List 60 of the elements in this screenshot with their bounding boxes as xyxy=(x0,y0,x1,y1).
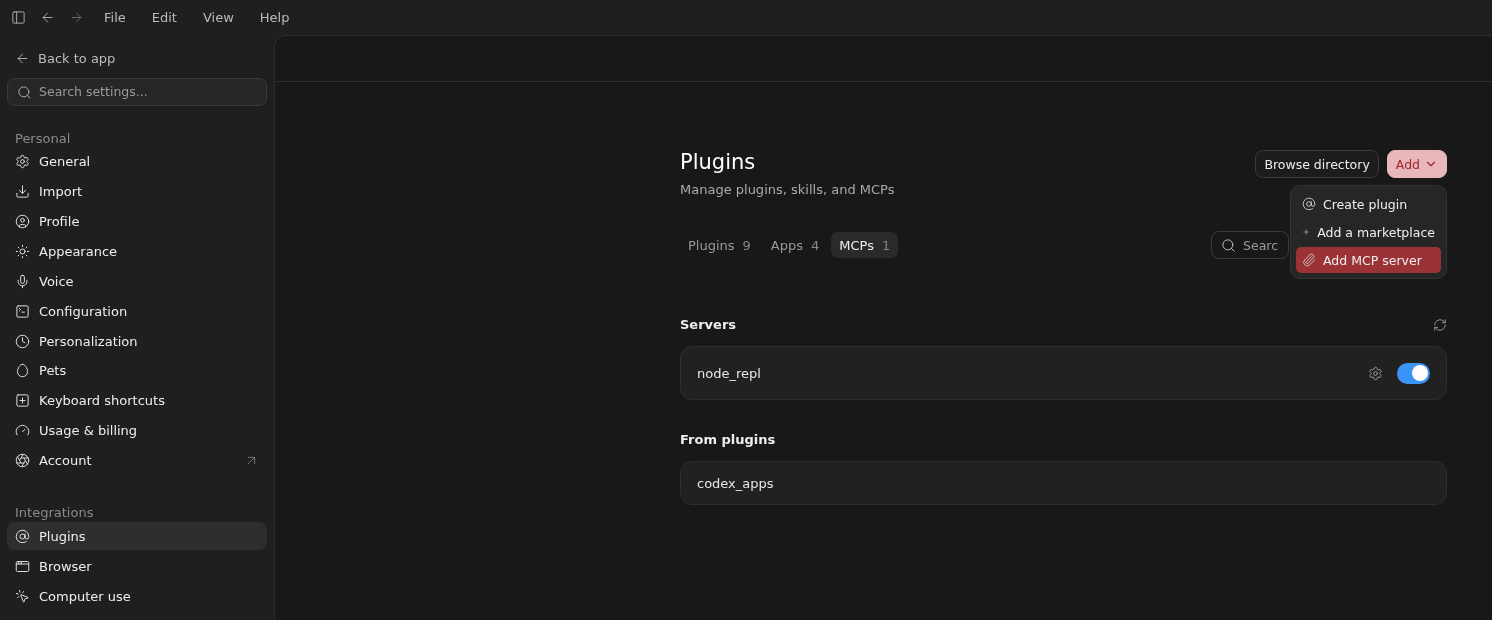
tab[interactable]: Apps 4 xyxy=(762,232,828,258)
gear-icon xyxy=(15,154,30,170)
section-heading: From plugins xyxy=(680,432,776,447)
menu-item[interactable]: Help xyxy=(253,10,296,25)
back-icon xyxy=(40,10,55,25)
menu-option[interactable]: Add a marketplace xyxy=(1296,219,1441,245)
sidebar-item[interactable]: Browser xyxy=(7,552,267,581)
sidebar-toggle-icon xyxy=(11,10,26,25)
sidebar-item[interactable]: Computer use xyxy=(7,582,267,611)
search-icon xyxy=(1221,238,1236,253)
tab[interactable]: MCPs 1 xyxy=(831,232,899,258)
search-field[interactable]: Search settings... xyxy=(7,77,267,106)
section-heading: Servers xyxy=(680,317,737,332)
add-button[interactable]: Add xyxy=(1386,150,1447,178)
page-title: Plugins xyxy=(680,150,757,174)
server-name: codex_apps xyxy=(697,475,774,491)
paperclip-icon xyxy=(1302,253,1316,267)
server-name: node_repl xyxy=(697,365,762,381)
terminal-icon xyxy=(15,303,30,319)
egg-icon xyxy=(15,363,30,379)
sidebar-item[interactable]: Keyboard shortcuts xyxy=(7,386,267,415)
sidebar-item[interactable]: Appearance xyxy=(7,237,267,266)
gear-icon[interactable] xyxy=(1368,365,1383,381)
forward-icon xyxy=(69,10,84,25)
menu-item[interactable]: File xyxy=(98,10,132,25)
sidebar-item[interactable]: Plugins xyxy=(7,522,267,551)
sidebar-item[interactable]: Voice xyxy=(7,267,267,296)
plus-square-icon xyxy=(15,393,30,409)
section-title: Personal xyxy=(14,129,72,146)
at-sign-icon xyxy=(15,528,30,544)
tab[interactable]: Plugins 9 xyxy=(680,232,759,258)
browse-directory-button[interactable]: Browse directory xyxy=(1255,150,1379,178)
microphone-icon xyxy=(15,273,30,289)
refresh-icon[interactable] xyxy=(1433,317,1447,332)
sidebar-item[interactable]: Usage & billing xyxy=(7,416,267,445)
sidebar-item[interactable]: Personalization xyxy=(7,327,267,355)
menu-option[interactable]: Create plugin xyxy=(1296,191,1441,217)
sun-icon xyxy=(15,243,30,259)
menu-item[interactable]: View xyxy=(196,10,240,25)
user-icon xyxy=(15,214,30,229)
sidebar-item[interactable]: General xyxy=(7,147,267,176)
search-icon xyxy=(17,84,32,100)
sidebar-item[interactable]: Profile xyxy=(7,207,267,236)
aperture-icon xyxy=(15,453,30,469)
toggle-switch[interactable] xyxy=(1397,362,1430,384)
page-subtitle: Manage plugins, skills, and MCPs xyxy=(680,182,895,197)
search-field[interactable]: Searc xyxy=(1211,231,1289,259)
sidebar-item[interactable]: Pets xyxy=(7,357,267,385)
at-sign-icon xyxy=(1302,197,1316,211)
menu-item[interactable]: Edit xyxy=(145,10,183,25)
window-icon xyxy=(15,558,30,574)
sidebar-item[interactable]: Configuration xyxy=(7,297,267,326)
cursor-icon xyxy=(15,588,30,604)
sidebar-item[interactable]: Import xyxy=(7,177,267,206)
sidebar-item[interactable]: Account xyxy=(7,446,267,475)
menu-option[interactable]: Add MCP server xyxy=(1296,247,1441,273)
download-icon xyxy=(15,184,30,200)
clock-icon xyxy=(15,333,30,349)
section-title: Integrations xyxy=(14,504,95,521)
back-link[interactable]: Back to app xyxy=(7,43,267,75)
